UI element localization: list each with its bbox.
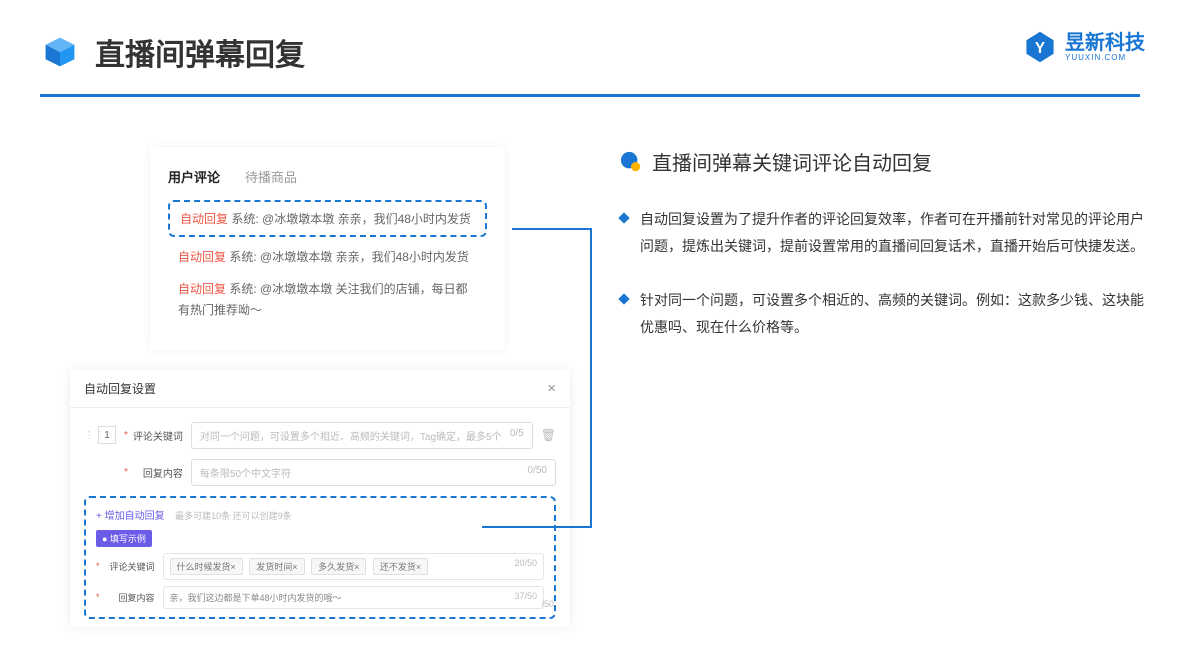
connector-line — [512, 228, 590, 230]
comment-row: 自动回复 系统: @冰墩墩本墩 关注我们的店铺，每日都有热门推荐呦～ — [168, 279, 487, 322]
comments-card: 用户评论 待播商品 自动回复 系统: @冰墩墩本墩 亲亲，我们48小时内发货 自… — [150, 147, 505, 350]
highlighted-reply: 自动回复 系统: @冰墩墩本墩 亲亲，我们48小时内发货 — [168, 200, 487, 237]
tab-pending-goods[interactable]: 待播商品 — [245, 167, 297, 186]
brand-logo: Y 昱新科技 YUUXIN.COM — [1023, 30, 1145, 64]
brand-sub: YUUXIN.COM — [1065, 53, 1145, 62]
close-icon[interactable]: × — [547, 380, 556, 397]
row-number: 1 — [98, 426, 116, 444]
section-title: 直播间弹幕关键词评论自动回复 — [652, 147, 932, 176]
example-badge: ● 填写示例 — [96, 530, 152, 547]
page-title: 直播间弹幕回复 — [95, 30, 305, 74]
example-section: + 增加自动回复 最多可建10条 还可以创建9条 ● 填写示例 * 评论关键词 … — [84, 496, 556, 619]
cube-icon — [40, 32, 80, 72]
auto-reply-tag: 自动回复 — [180, 212, 228, 226]
trash-icon[interactable]: 🗑 — [541, 428, 556, 442]
keyword-label: 评论关键词 — [131, 428, 183, 443]
example-keyword-input[interactable]: 什么时候发货× 发货时间× 多久发货× 还不发货× 20/50 — [163, 553, 544, 580]
connector-line — [482, 526, 590, 528]
brand-name: 昱新科技 — [1065, 33, 1145, 53]
add-hint: 最多可建10条 还可以创建9条 — [175, 511, 292, 521]
bullet-1: 自动回复设置为了提升作者的评论回复效率，作者可在开播前针对常见的评论用户问题，提… — [620, 206, 1145, 259]
settings-card: 自动回复设置 × ⋮⋮ 1 * 评论关键词 对同一个问题，可设置多个相近、高频的… — [70, 370, 570, 627]
keyword-input[interactable]: 对同一个问题，可设置多个相近、高频的关键词，Tag确定，最多5个 0/5 — [191, 422, 533, 449]
tab-user-comments[interactable]: 用户评论 — [168, 167, 220, 186]
bullet-2: 针对同一个问题，可设置多个相近的、高频的关键词。例如：这款多少钱、这块能优惠吗、… — [620, 287, 1145, 340]
diamond-icon — [618, 212, 629, 223]
example-reply-input[interactable]: 亲，我们这边都是下单48小时内发货的哦～ 37/50 — [163, 586, 544, 609]
comment-row: 自动回复 系统: @冰墩墩本墩 亲亲，我们48小时内发货 — [168, 247, 487, 269]
connector-line — [590, 228, 592, 528]
settings-title: 自动回复设置 — [84, 380, 156, 397]
reply-content-input[interactable]: 每条限50个中文字符 0/50 — [191, 459, 556, 486]
add-auto-reply-link[interactable]: + 增加自动回复 — [96, 511, 165, 522]
diamond-icon — [618, 294, 629, 305]
bubble-icon — [620, 151, 642, 173]
drag-handle-icon[interactable]: ⋮⋮ — [84, 430, 94, 441]
svg-text:Y: Y — [1035, 40, 1045, 57]
reply-content-label: 回复内容 — [131, 465, 183, 480]
outside-counter: /50 — [541, 599, 554, 609]
